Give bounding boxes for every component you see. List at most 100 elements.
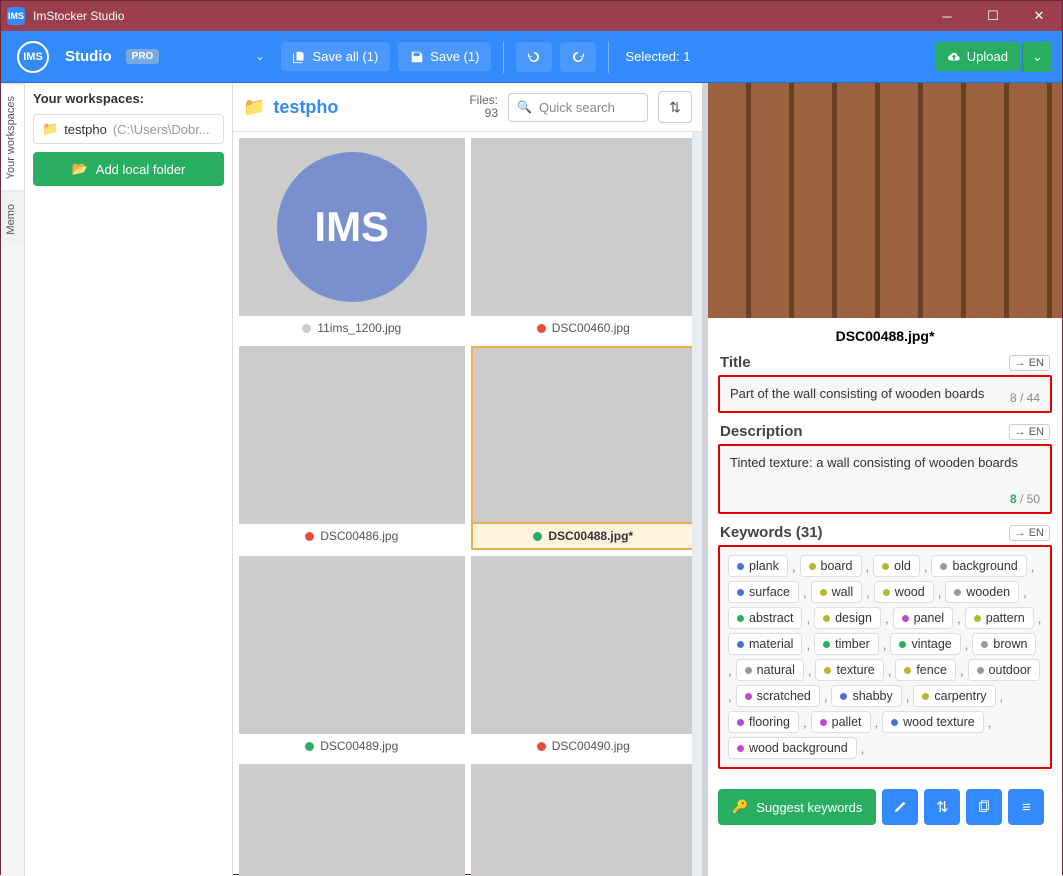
thumbnail-caption: DSC00486.jpg — [239, 524, 465, 548]
workspace-path: (C:\Users\Dobr... — [113, 122, 210, 137]
keyword-tag[interactable]: natural — [736, 659, 804, 681]
center-header: 📁 testpho Files:93 Quick search ⇅ — [233, 83, 702, 132]
keyword-tag[interactable]: board — [800, 555, 862, 577]
thumbnail[interactable]: DSC00489.jpg — [239, 556, 465, 758]
keyword-tag[interactable]: pallet — [811, 711, 871, 733]
undo-icon — [526, 49, 542, 65]
keyword-tag[interactable]: wall — [811, 581, 863, 603]
keyword-tag[interactable]: texture — [815, 659, 883, 681]
top-toolbar: IMS Studio PRO ⌄ Save all (1) Save (1) S… — [1, 31, 1062, 83]
translate-en-button[interactable]: → EN — [1009, 424, 1050, 440]
thumbnail[interactable]: DSC00460.jpg — [471, 138, 697, 340]
keyword-tag[interactable]: carpentry — [913, 685, 995, 707]
sort-button[interactable]: ⇅ — [658, 91, 692, 123]
title-counter: 8 / 44 — [1010, 391, 1040, 405]
sort-keywords-button[interactable]: ⇅ — [924, 789, 960, 825]
sidebar-heading: Your workspaces: — [33, 91, 224, 106]
folder-icon: 📁 — [243, 97, 265, 118]
save-icon — [410, 50, 424, 64]
description-label: Description — [720, 423, 803, 440]
keyword-tag[interactable]: scratched — [736, 685, 820, 707]
thumbnail[interactable]: DSC00486.jpg — [239, 346, 465, 550]
magic-icon: 🔑 — [732, 799, 748, 815]
thumbnail[interactable]: IMS11ims_1200.jpg — [239, 138, 465, 340]
keyword-tag[interactable]: material — [728, 633, 802, 655]
translate-en-button[interactable]: → EN — [1009, 355, 1050, 371]
keywords-label: Keywords (31) — [720, 524, 823, 541]
keyword-tag[interactable]: old — [873, 555, 920, 577]
copy-icon — [977, 800, 991, 814]
keyword-tag[interactable]: flooring — [728, 711, 799, 733]
keyword-tag[interactable]: timber — [814, 633, 879, 655]
keyword-tag[interactable]: wood — [874, 581, 934, 603]
workspace-item[interactable]: 📁 testpho (C:\Users\Dobr... — [33, 114, 224, 144]
thumbnail-caption: DSC00489.jpg — [239, 734, 465, 758]
keyword-tag[interactable]: fence — [895, 659, 956, 681]
keyword-tag[interactable]: abstract — [728, 607, 802, 629]
suggest-keywords-button[interactable]: 🔑 Suggest keywords — [718, 789, 876, 825]
title-value: Part of the wall consisting of wooden bo… — [730, 385, 1040, 403]
keyword-tag[interactable]: panel — [893, 607, 954, 629]
thumbnail[interactable]: DSC00490.jpg — [471, 556, 697, 758]
thumbnail[interactable] — [471, 764, 697, 876]
title-label: Title — [720, 354, 751, 371]
selected-count: Selected: 1 — [625, 49, 690, 64]
keyword-tag[interactable]: wood texture — [882, 711, 984, 733]
logo-chip: IMS — [17, 41, 49, 73]
thumbnail-caption: DSC00488.jpg* — [471, 524, 697, 550]
save-all-icon — [293, 50, 307, 64]
title-field[interactable]: Part of the wall consisting of wooden bo… — [718, 375, 1052, 413]
keyword-tag[interactable]: surface — [728, 581, 799, 603]
save-all-button[interactable]: Save all (1) — [281, 42, 391, 71]
thumbnail-grid: IMS11ims_1200.jpgDSC00460.jpg DSC00486.jp… — [233, 132, 702, 876]
details-panel: DSC00488.jpg* Title → EN Part of the wal… — [708, 83, 1062, 876]
keyword-tag[interactable]: background — [931, 555, 1026, 577]
maximize-button[interactable]: ☐ — [970, 1, 1016, 31]
thumbnail[interactable]: DSC00488.jpg* — [471, 346, 697, 550]
translate-en-button[interactable]: → EN — [1009, 525, 1050, 541]
keyword-tag[interactable]: outdoor — [968, 659, 1040, 681]
upload-button[interactable]: Upload — [935, 42, 1020, 71]
minimize-button[interactable]: ─ — [924, 1, 970, 31]
studio-dropdown[interactable]: ⌄ — [247, 42, 272, 71]
detail-filename: DSC00488.jpg* — [708, 318, 1062, 354]
search-input[interactable]: Quick search — [508, 93, 648, 122]
description-counter: 8 / 50 — [1010, 492, 1040, 506]
thumbnail-caption: DSC00460.jpg — [471, 316, 697, 340]
pencil-icon — [893, 800, 907, 814]
thumbnail-caption: DSC00490.jpg — [471, 734, 697, 758]
keyword-tag[interactable]: brown — [972, 633, 1036, 655]
keyword-tag[interactable]: design — [814, 607, 881, 629]
upload-dropdown[interactable]: ⌄ — [1022, 42, 1052, 72]
keywords-toolbar: 🔑 Suggest keywords ⇅ ≡ — [708, 779, 1062, 835]
undo-button[interactable] — [516, 42, 552, 72]
redo-icon — [570, 49, 586, 65]
description-value: Tinted texture: a wall consisting of woo… — [730, 454, 1040, 472]
sidebar: Your workspaces: 📁 testpho (C:\Users\Dob… — [25, 83, 233, 876]
tab-memo[interactable]: Memo — [1, 191, 24, 247]
keyword-tag[interactable]: plank — [728, 555, 788, 577]
keywords-field[interactable]: plank,board,old,background,surface,wall,… — [718, 545, 1052, 769]
thumbnail[interactable] — [239, 764, 465, 876]
keyword-tag[interactable]: vintage — [890, 633, 960, 655]
preview-image — [708, 83, 1062, 318]
keyword-tag[interactable]: pattern — [965, 607, 1034, 629]
cloud-upload-icon — [947, 50, 961, 64]
copy-button[interactable] — [966, 789, 1002, 825]
close-button[interactable]: ✕ — [1016, 1, 1062, 31]
redo-button[interactable] — [560, 42, 596, 72]
tab-workspaces[interactable]: Your workspaces — [1, 83, 24, 191]
file-count: Files:93 — [469, 94, 498, 120]
save-button[interactable]: Save (1) — [398, 42, 491, 71]
add-local-folder-button[interactable]: 📂 Add local folder — [33, 152, 224, 186]
divider — [608, 41, 609, 73]
keyword-tag[interactable]: shabby — [831, 685, 901, 707]
keyword-tag[interactable]: wood background — [728, 737, 857, 759]
edit-button[interactable] — [882, 789, 918, 825]
keyword-tag[interactable]: wooden — [945, 581, 1019, 603]
menu-button[interactable]: ≡ — [1008, 789, 1044, 825]
titlebar: IMS ImStocker Studio ─ ☐ ✕ — [1, 1, 1062, 31]
app-icon: IMS — [7, 7, 25, 25]
description-field[interactable]: Tinted texture: a wall consisting of woo… — [718, 444, 1052, 514]
folder-title: 📁 testpho — [243, 97, 338, 118]
